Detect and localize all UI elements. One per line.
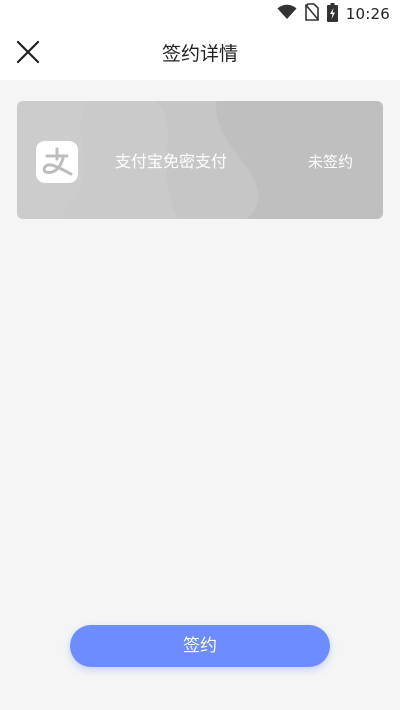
status-bar: 10:26: [0, 0, 400, 28]
sign-status-label: 未签约: [307, 153, 353, 171]
app-header: 签约详情: [0, 28, 400, 80]
close-button[interactable]: [8, 34, 48, 74]
battery-charging-icon: [326, 2, 338, 26]
status-icons: 10:26: [277, 2, 390, 26]
alipay-logo-icon: [36, 141, 78, 183]
no-sim-icon: [304, 3, 319, 25]
sign-button[interactable]: 签约: [70, 625, 330, 667]
payment-method-name: 支付宝免密支付: [115, 152, 228, 171]
page-title: 签约详情: [161, 43, 238, 65]
status-time: 10:26: [345, 5, 390, 23]
payment-method-card[interactable]: 支付宝免密支付 未签约: [17, 101, 383, 219]
close-icon: [16, 40, 40, 68]
wifi-icon: [277, 4, 297, 24]
content-area: 支付宝免密支付 未签约 签约: [0, 80, 400, 710]
